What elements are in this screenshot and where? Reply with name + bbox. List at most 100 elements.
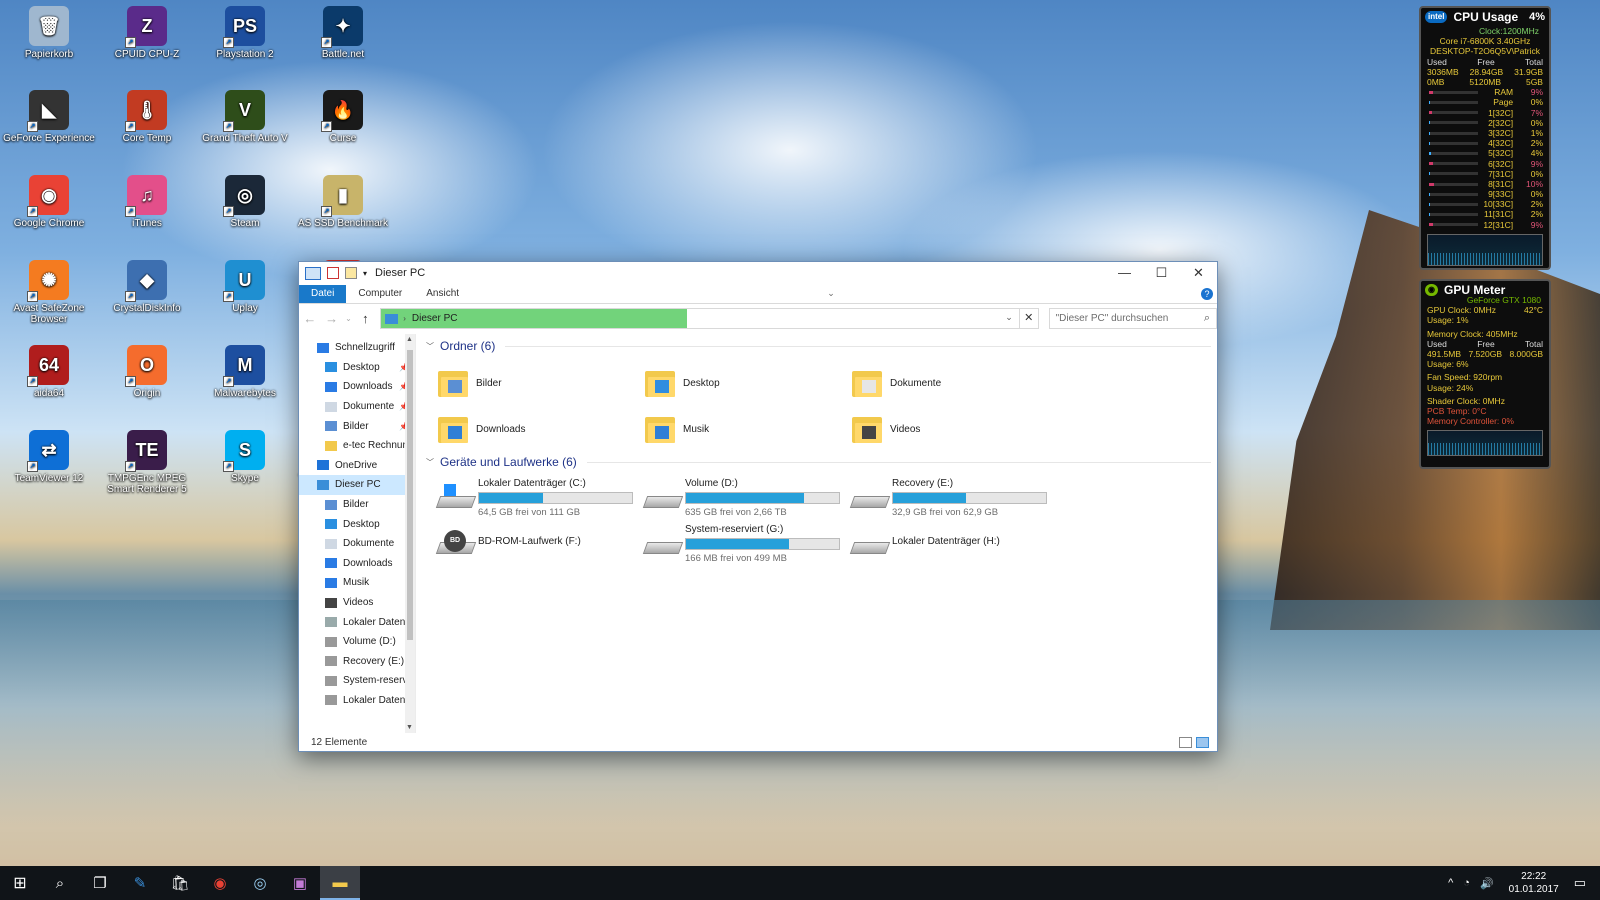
sidebar-item-downloads[interactable]: Downloads📌 xyxy=(299,377,415,397)
folder-dokumente[interactable]: Dokumente xyxy=(852,364,1059,402)
store-icon[interactable]: 🛍 xyxy=(160,866,200,900)
desktop-icon-battle-net[interactable]: ✦ ↗ Battle.net xyxy=(295,6,391,60)
drives-group-header[interactable]: ﹀ Geräte und Laufwerke (6) xyxy=(426,450,1217,474)
large-icons-view-icon[interactable] xyxy=(1196,736,1209,748)
drive-lokaler-datentr-ger-c[interactable]: Lokaler Datenträger (C:) 64,5 GB frei von… xyxy=(435,478,645,520)
drive-recovery-e[interactable]: Recovery (E:) 32,9 GB frei von 62,9 GB xyxy=(849,478,1059,520)
tmpgenc-icon[interactable]: ▣ xyxy=(280,866,320,900)
address-dropdown-icon[interactable]: ⌄ xyxy=(1005,312,1013,323)
desktop-icon-teamviewer-12[interactable]: ⇄ ↗ TeamViewer 12 xyxy=(1,430,97,484)
show-hidden-icons-icon[interactable]: ^ xyxy=(1448,877,1453,889)
new-folder-icon[interactable] xyxy=(345,267,357,279)
network-icon[interactable]: ◔ xyxy=(1463,877,1470,889)
desktop-icon-curse[interactable]: 🔥 ↗ Curse xyxy=(295,90,391,144)
desktop-icon-geforce-experience[interactable]: ◣ ↗ GeForce Experience xyxy=(1,90,97,144)
steam-icon[interactable]: ◎ xyxy=(240,866,280,900)
desktop-icon-skype[interactable]: S ↗ Skype xyxy=(197,430,293,484)
file-explorer-icon[interactable]: ▬ xyxy=(320,866,360,900)
properties-icon[interactable] xyxy=(327,267,339,279)
recent-locations-icon[interactable]: ⌄ xyxy=(343,314,355,323)
clock[interactable]: 22:22 01.01.2017 xyxy=(1509,870,1559,896)
scroll-up-icon[interactable]: ▲ xyxy=(406,336,413,343)
sidebar-item-downloads[interactable]: Downloads xyxy=(299,554,415,574)
folders-group-header[interactable]: ﹀ Ordner (6) xyxy=(426,334,1217,358)
drive-volume-d[interactable]: Volume (D:) 635 GB frei von 2,66 TB xyxy=(642,478,852,520)
breadcrumb-chevron-icon[interactable]: › xyxy=(403,314,406,323)
volume-icon[interactable]: 🔊 xyxy=(1480,877,1494,890)
sidebar-item-desktop[interactable]: Desktop📌 xyxy=(299,358,415,378)
desktop-icon-uplay[interactable]: U ↗ Uplay xyxy=(197,260,293,314)
up-arrow-icon[interactable]: ↑ xyxy=(354,311,376,326)
sidebar-item-schnellzugriff[interactable]: Schnellzugriff xyxy=(299,338,415,358)
sidebar-item-system-reserviert-g[interactable]: System-reserviert (G:) xyxy=(299,671,415,691)
desktop-icon-crystaldiskinfo[interactable]: ◆ ↗ CrystalDiskInfo xyxy=(99,260,195,314)
explorer-window[interactable]: ▾ Dieser PC — ☐ ✕ Datei Computer Ansicht… xyxy=(298,261,1218,752)
help-icon[interactable]: ? xyxy=(1200,288,1213,300)
content-pane[interactable]: ﹀ Ordner (6) Bilder Desktop Dokumente Downl… xyxy=(416,334,1217,733)
back-arrow-icon[interactable]: ← xyxy=(299,311,321,326)
sidebar-item-desktop[interactable]: Desktop xyxy=(299,514,415,534)
drive-lokaler-datentr-ger-h[interactable]: Lokaler Datenträger (H:) xyxy=(849,524,1059,566)
action-center-icon[interactable]: ▭ xyxy=(1574,875,1586,891)
navigation-scrollbar[interactable]: ▲ ▼ xyxy=(405,334,415,733)
desktop-icon-origin[interactable]: O ↗ Origin xyxy=(99,345,195,399)
desktop-icon-as-ssd-benchmark[interactable]: ▮ ↗ AS SSD Benchmark xyxy=(295,175,391,229)
scrollbar-thumb[interactable] xyxy=(407,350,413,640)
minimize-button[interactable]: — xyxy=(1106,262,1143,284)
chevron-down-icon[interactable]: ﹀ xyxy=(426,457,434,468)
edge-pinned-icon[interactable]: ✎ xyxy=(120,866,160,900)
desktop-icon-papierkorb[interactable]: 🗑 Papierkorb xyxy=(1,6,97,60)
task-view-icon[interactable]: ❐ xyxy=(80,866,120,900)
desktop-icon-steam[interactable]: ◎ ↗ Steam xyxy=(197,175,293,229)
sidebar-item-lokaler-datentr-ger-h[interactable]: Lokaler Datenträger (H:) xyxy=(299,691,415,711)
breadcrumb-dieser-pc[interactable]: Dieser PC xyxy=(412,313,458,324)
tab-ansicht[interactable]: Ansicht xyxy=(414,285,471,303)
sidebar-item-recovery-e[interactable]: Recovery (E:) xyxy=(299,652,415,672)
drive-system-reserviert-g[interactable]: System-reserviert (G:) 166 MB frei von 49… xyxy=(642,524,852,566)
sidebar-item-musik[interactable]: Musik xyxy=(299,573,415,593)
sidebar-item-dokumente[interactable]: Dokumente xyxy=(299,534,415,554)
sidebar-item-videos[interactable]: Videos xyxy=(299,593,415,613)
sidebar-item-bilder[interactable]: Bilder📌 xyxy=(299,416,415,436)
tab-datei[interactable]: Datei xyxy=(299,285,347,303)
sidebar-item-dieser-pc[interactable]: Dieser PC xyxy=(299,475,415,495)
close-button[interactable]: ✕ xyxy=(1180,262,1217,284)
details-view-icon[interactable] xyxy=(1179,736,1192,748)
expand-ribbon-icon[interactable]: ⌄ xyxy=(827,288,835,299)
sidebar-item-lokaler-datentr-ger-c[interactable]: Lokaler Datenträger (C:) xyxy=(299,612,415,632)
desktop-icon-google-chrome[interactable]: ◉ ↗ Google Chrome xyxy=(1,175,97,229)
search-input[interactable]: "Dieser PC" durchsuchen ⌕ xyxy=(1048,308,1218,329)
desktop-icon-core-temp[interactable]: 🌡 ↗ Core Temp xyxy=(99,90,195,144)
scroll-down-icon[interactable]: ▼ xyxy=(406,724,413,731)
desktop-icon-aida64[interactable]: 64 ↗ aida64 xyxy=(1,345,97,399)
sidebar-item-e-tec-rechnungen[interactable]: e-tec Rechnungen xyxy=(299,436,415,456)
desktop-icon-grand-theft-auto-v[interactable]: V ↗ Grand Theft Auto V xyxy=(197,90,293,144)
folder-musik[interactable]: Musik xyxy=(645,410,852,448)
desktop-icon-cpuid-cpu-z[interactable]: Z ↗ CPUID CPU-Z xyxy=(99,6,195,60)
maximize-button[interactable]: ☐ xyxy=(1143,262,1180,284)
chevron-down-icon[interactable]: ﹀ xyxy=(426,341,434,352)
folder-downloads[interactable]: Downloads xyxy=(438,410,645,448)
drive-bd-rom-laufwerk-f[interactable]: BD BD-ROM-Laufwerk (F:) xyxy=(435,524,645,566)
folder-desktop[interactable]: Desktop xyxy=(645,364,852,402)
desktop-icon-avast-safezone-browser[interactable]: ✺ ↗ Avast SafeZone Browser xyxy=(1,260,97,325)
navigation-pane[interactable]: SchnellzugriffDesktop📌Downloads📌Dokument… xyxy=(299,334,416,733)
sidebar-item-onedrive[interactable]: OneDrive xyxy=(299,456,415,476)
sidebar-item-dokumente[interactable]: Dokumente📌 xyxy=(299,397,415,417)
title-bar[interactable]: ▾ Dieser PC — ☐ ✕ xyxy=(299,262,1217,284)
folder-videos[interactable]: Videos xyxy=(852,410,1059,448)
folder-bilder[interactable]: Bilder xyxy=(438,364,645,402)
forward-arrow-icon[interactable]: → xyxy=(321,311,343,326)
desktop-icon-malwarebytes[interactable]: M ↗ Malwarebytes xyxy=(197,345,293,399)
stop-loading-button[interactable]: ✕ xyxy=(1019,308,1039,329)
sidebar-item-volume-d[interactable]: Volume (D:) xyxy=(299,632,415,652)
desktop-icon-itunes[interactable]: ♫ ↗ iTunes xyxy=(99,175,195,229)
chrome-icon[interactable]: ◉ xyxy=(200,866,240,900)
address-bar[interactable]: › Dieser PC ⌄ xyxy=(380,308,1020,329)
start-button[interactable]: ⊞ xyxy=(0,866,40,900)
cpu-usage-gadget[interactable]: intel CPU Usage 4% Clock:1200MHz Core i7… xyxy=(1419,6,1551,270)
desktop-icon-playstation-2[interactable]: PS ↗ Playstation 2 xyxy=(197,6,293,60)
sidebar-item-bilder[interactable]: Bilder xyxy=(299,495,415,515)
search-icon[interactable]: ⌕ xyxy=(40,866,80,900)
quick-access-dropdown-icon[interactable]: ▾ xyxy=(363,269,367,278)
